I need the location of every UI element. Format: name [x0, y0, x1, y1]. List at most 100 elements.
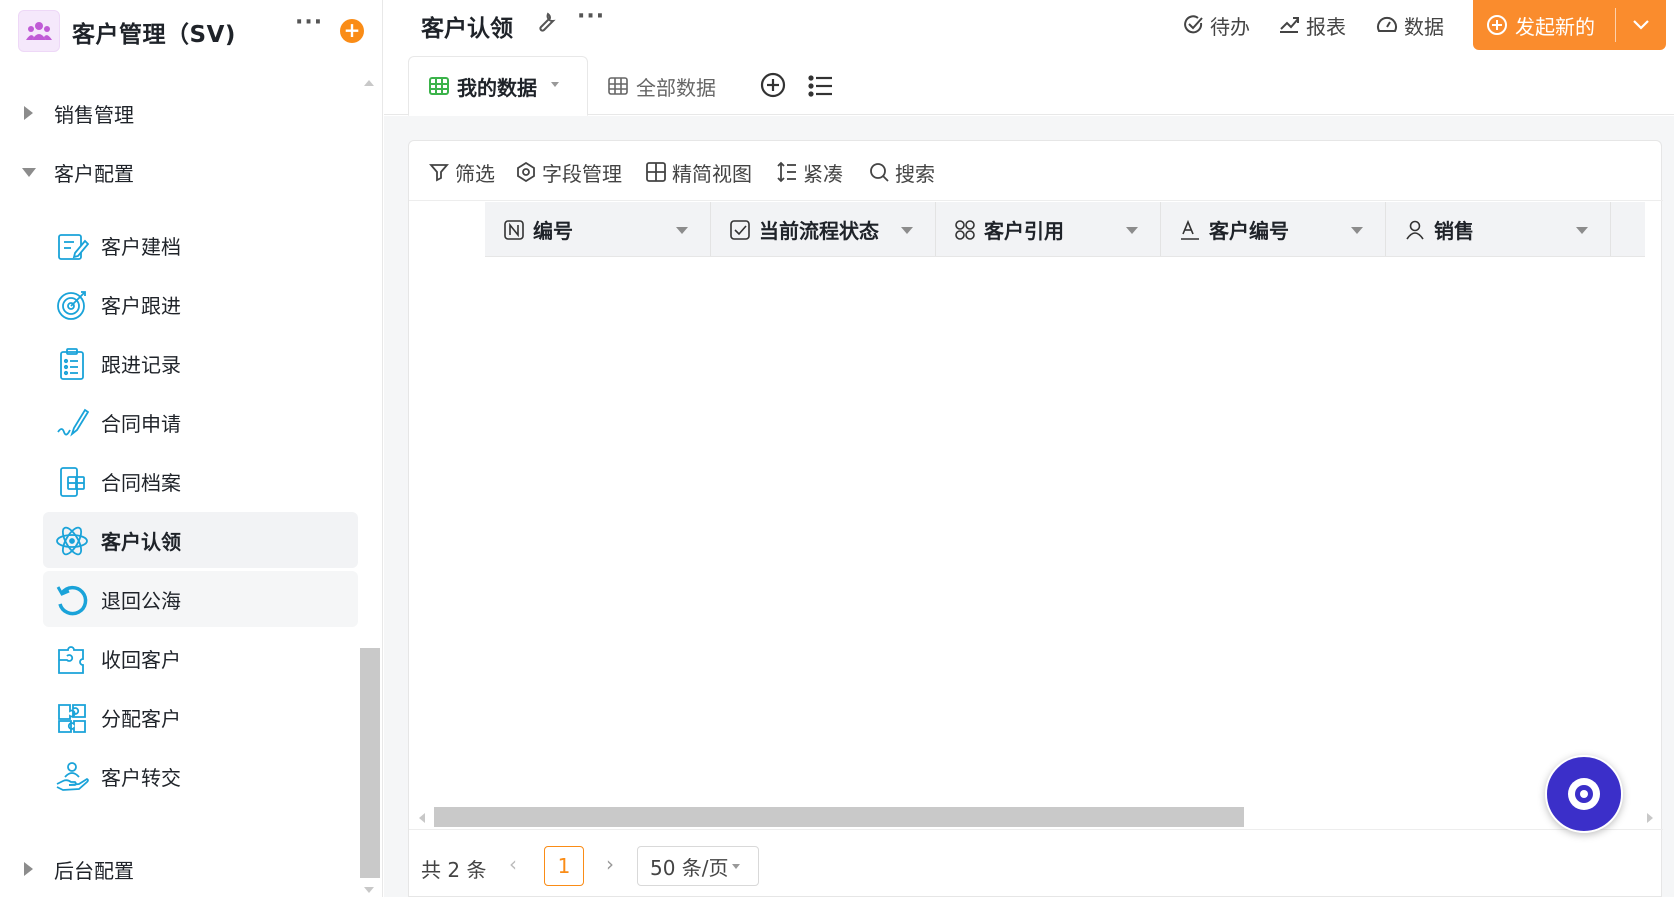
puzzle-pieces-icon [58, 704, 86, 733]
launch-new-button: 发起新的 [1473, 0, 1666, 50]
app-header: 客户管理（SV) ··· + [0, 0, 383, 62]
sidebar-scrollbar-thumb[interactable] [360, 648, 380, 878]
column-header-label: 销售 [1434, 219, 1474, 243]
column-header-more[interactable] [1611, 202, 1645, 256]
caret-down-icon[interactable] [1126, 227, 1138, 234]
hscroll-right-arrow[interactable] [1647, 813, 1653, 823]
sidebar-item-label: 客户转交 [101, 765, 181, 790]
plus-circle-icon [1487, 15, 1507, 35]
column-header-label: 编号 [533, 219, 573, 243]
column-header-number[interactable]: 编号 [485, 202, 711, 256]
sidebar-item-transfer-customer[interactable]: 客户转交 [43, 748, 358, 804]
launch-dropdown[interactable] [1616, 0, 1666, 50]
launch-new-main[interactable]: 发起新的 [1473, 0, 1615, 50]
table-icon [429, 77, 449, 95]
todo-button[interactable]: 待办 [1182, 10, 1250, 40]
filter-label: 筛选 [455, 161, 495, 186]
sidebar-item-label: 跟进记录 [101, 352, 181, 377]
table-header: 编号 当前流程状态 客户引用 客户编号 销售 [485, 202, 1645, 257]
data-button[interactable]: 数据 [1376, 10, 1444, 40]
caret-down-icon[interactable] [676, 227, 688, 234]
next-page-icon[interactable]: › [606, 852, 614, 876]
field-manage-button[interactable]: 字段管理 [516, 157, 622, 187]
column-header-status[interactable]: 当前流程状态 [711, 202, 936, 256]
app-title: 客户管理（SV) [72, 22, 236, 48]
tab-all-data[interactable]: 全部数据 [608, 56, 716, 116]
todo-label: 待办 [1210, 14, 1250, 39]
app-more-icon[interactable]: ··· [295, 10, 323, 35]
compact-view-button[interactable]: 精简视图 [646, 157, 752, 187]
page-size-select[interactable]: 50 条/页 [637, 846, 759, 886]
tab-label: 全部数据 [636, 75, 716, 100]
sidebar-item-customer-claim[interactable]: 客户认领 [43, 512, 358, 568]
caret-down-icon[interactable] [551, 81, 559, 87]
page-number-current[interactable]: 1 [544, 846, 584, 886]
total-count: 共 2 条 [421, 858, 487, 882]
pagination: 共 2 条 ‹ 1 › 50 条/页 [409, 829, 1663, 897]
sidebar-item-label: 合同档案 [101, 470, 181, 495]
sidebar-item-customer-create[interactable]: 客户建档 [43, 217, 358, 273]
number-field-icon [504, 219, 524, 240]
launch-new-label: 发起新的 [1515, 14, 1595, 39]
app-logo[interactable] [18, 10, 60, 52]
tab-my-data[interactable]: 我的数据 [408, 56, 588, 116]
table-toolbar: 筛选 字段管理 精简视图 紧凑 搜索 [409, 141, 1663, 201]
check-circle-icon [1184, 15, 1203, 34]
column-header-label: 客户编号 [1209, 219, 1289, 243]
column-header-customer-no[interactable]: 客户编号 [1161, 202, 1386, 256]
more-icon[interactable]: ··· [577, 4, 605, 29]
checkbox-icon [730, 219, 750, 240]
sidebar-scroll-up[interactable] [364, 80, 374, 86]
text-field-icon [1181, 219, 1199, 240]
sidebar-item-reclaim-customer[interactable]: 收回客户 [43, 630, 358, 686]
sidebar-group-customer-config[interactable]: 客户配置 [0, 148, 360, 196]
density-button[interactable]: 紧凑 [777, 157, 843, 187]
sidebar: 客户管理（SV) ··· + 销售管理 客户配置 客户建档 客户跟进 跟进记录 … [0, 0, 383, 897]
users-icon [26, 22, 52, 40]
report-button[interactable]: 报表 [1278, 10, 1346, 40]
page-title: 客户认领 [421, 16, 513, 42]
filter-button[interactable]: 筛选 [429, 157, 495, 187]
data-label: 数据 [1404, 14, 1444, 39]
search-button[interactable]: 搜索 [869, 157, 935, 187]
sidebar-item-assign-customer[interactable]: 分配客户 [43, 689, 358, 745]
person-icon [1406, 220, 1424, 239]
wrench-icon[interactable] [534, 10, 558, 34]
sidebar-item-label: 合同申请 [101, 411, 181, 436]
search-label: 搜索 [895, 161, 935, 186]
sidebar-item-return-pool[interactable]: 退回公海 [43, 571, 358, 627]
app-add-icon[interactable]: + [340, 19, 364, 43]
page-size-label: 50 条/页 [650, 855, 729, 880]
row-height-icon [777, 161, 796, 183]
list-view-icon[interactable] [808, 73, 834, 99]
sidebar-item-customer-follow[interactable]: 客户跟进 [43, 276, 358, 332]
target-icon [57, 291, 86, 320]
add-view-icon[interactable] [760, 72, 786, 98]
assistant-bot-button[interactable] [1545, 755, 1623, 833]
hscroll-left-arrow[interactable] [419, 813, 425, 823]
caret-right-icon [24, 862, 33, 876]
caret-down-icon[interactable] [1576, 227, 1588, 234]
sidebar-item-label: 客户建档 [101, 234, 181, 259]
prev-page-icon[interactable]: ‹ [509, 852, 517, 876]
sidebar-item-label: 分配客户 [101, 706, 181, 731]
sidebar-item-contract-apply[interactable]: 合同申请 [43, 394, 358, 450]
sidebar-item-label: 客户认领 [101, 529, 181, 554]
column-header-customer-ref[interactable]: 客户引用 [936, 202, 1161, 256]
assistant-bot-icon [1568, 778, 1600, 810]
sidebar-scroll-down[interactable] [364, 887, 374, 893]
settings-icon [517, 162, 535, 182]
atom-icon [56, 526, 88, 556]
caret-down-icon[interactable] [1351, 227, 1363, 234]
caret-down-icon[interactable] [901, 227, 913, 234]
filter-icon [429, 164, 449, 182]
sidebar-item-contract-archive[interactable]: 合同档案 [43, 453, 358, 509]
sidebar-item-follow-records[interactable]: 跟进记录 [43, 335, 358, 391]
hscroll-thumb[interactable] [434, 807, 1244, 827]
field-manage-label: 字段管理 [542, 161, 622, 186]
table-icon [608, 77, 628, 95]
tab-label: 我的数据 [457, 75, 537, 100]
column-header-sales[interactable]: 销售 [1386, 202, 1611, 256]
sidebar-group-sales[interactable]: 销售管理 [0, 89, 360, 137]
sidebar-group-backend-config[interactable]: 后台配置 [0, 845, 360, 893]
